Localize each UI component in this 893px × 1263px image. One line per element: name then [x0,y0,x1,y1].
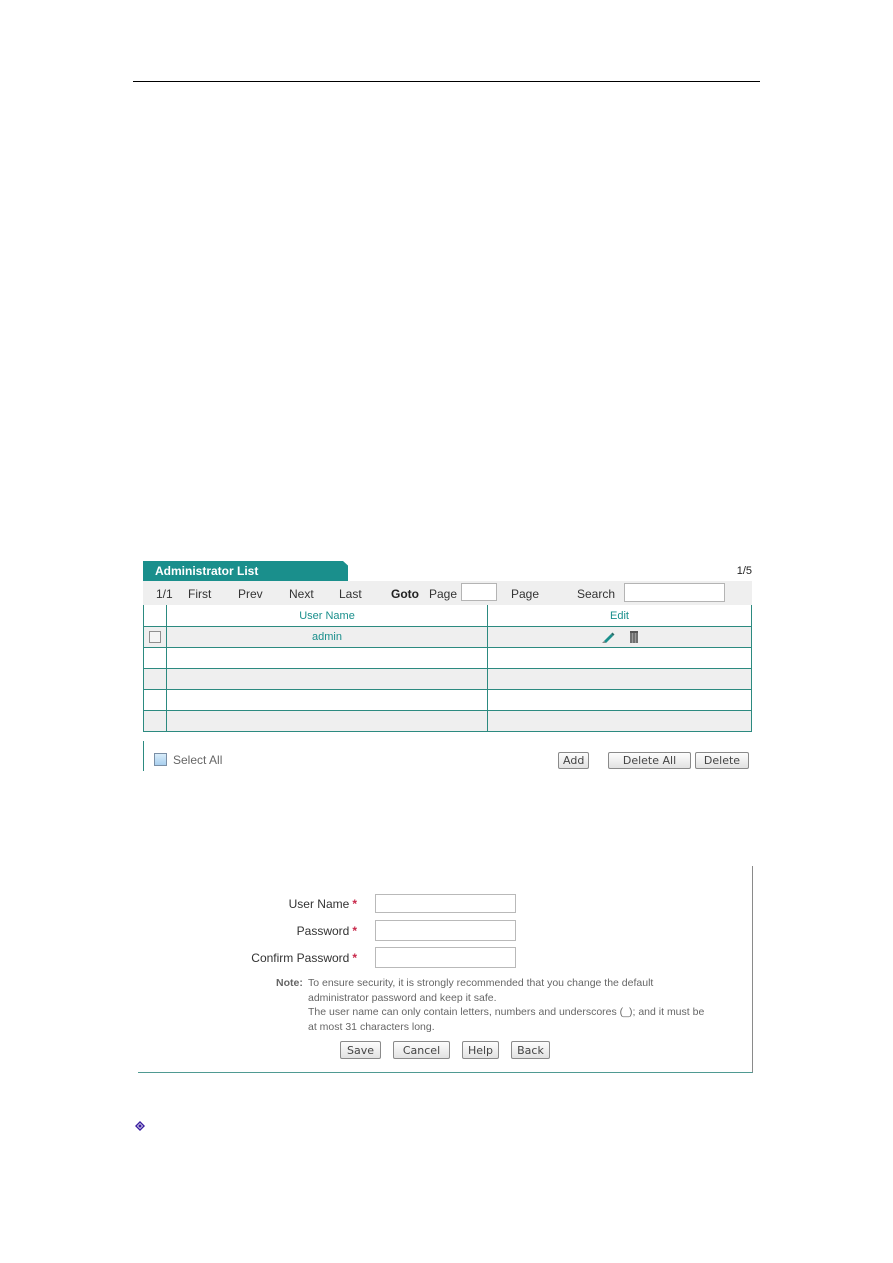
table-row [143,668,752,690]
administrator-table: User Name Edit admin [143,605,752,732]
edit-pencil-icon[interactable] [601,630,615,644]
required-asterisk: * [352,897,357,911]
checkbox-column-header [143,605,167,627]
select-all-label: Select All [173,753,223,767]
search-input[interactable] [624,583,725,602]
back-button[interactable]: Back [511,1041,550,1059]
trash-icon[interactable] [630,631,639,643]
note-line: at most 31 characters long. [308,1020,435,1033]
edit-cell [487,689,752,711]
page-label-before: Page [429,587,458,601]
row-checkbox-cell [143,647,167,669]
edit-cell [487,668,752,690]
select-all-checkbox[interactable] [154,753,167,766]
last-page-link[interactable]: Last [339,587,362,601]
note-line: administrator password and keep it safe. [308,991,497,1004]
edit-cell [487,710,752,732]
password-label: Password * [157,924,357,938]
table-row [143,710,752,732]
user-name-label: User Name * [157,897,357,911]
administrator-list-title: Administrator List [155,564,259,578]
edit-cell [487,647,752,669]
add-button[interactable]: Add [558,752,590,769]
edit-cell [487,626,752,648]
user-name-cell [166,710,488,732]
pagination-toolbar: 1/1 First Prev Next Last Goto Page Page … [143,581,752,605]
page-count: 1/5 [736,565,752,577]
search-label: Search [577,587,616,601]
save-button[interactable]: Save [340,1041,381,1059]
first-page-link[interactable]: First [188,587,211,601]
administrator-form-panel: User Name * Password * Confirm Password * N… [138,866,753,1073]
password-input[interactable] [375,920,516,941]
page-header-rule [133,81,760,82]
page-indicator: 1/1 [156,587,173,601]
column-header-user-name: User Name [166,605,488,627]
prev-page-link[interactable]: Prev [238,587,263,601]
note-label: Note: [276,977,303,989]
row-checkbox-cell [143,626,167,648]
note-text: To ensure security, it is strongly recom… [308,976,748,1034]
select-all-control[interactable]: Select All [154,753,222,767]
page-label-after: Page [511,587,540,601]
administrator-list-tab: Administrator List [143,561,348,581]
administrator-list-panel: Administrator List 1/5 1/1 First Prev Ne… [141,561,753,771]
panel-left-border [143,741,144,771]
user-name-cell[interactable]: admin [166,626,488,648]
row-checkbox[interactable] [149,631,161,644]
row-checkbox-cell [143,668,167,690]
table-row: admin [143,626,752,648]
user-name-cell [166,668,488,690]
help-button[interactable]: Help [462,1041,499,1059]
confirm-password-input[interactable] [375,947,516,968]
note-line: To ensure security, it is strongly recom… [308,977,654,989]
next-page-link[interactable]: Next [289,587,314,601]
diamond-bullet-icon [135,1121,145,1131]
required-asterisk: * [352,951,357,965]
user-name-input[interactable] [375,894,516,913]
delete-all-button[interactable]: Delete All [608,752,691,769]
user-name-cell [166,689,488,711]
table-header-row: User Name Edit [143,605,752,627]
goto-page-input[interactable] [461,583,497,601]
required-asterisk: * [352,924,357,938]
user-name-cell [166,647,488,669]
password-label-text: Password [296,924,350,938]
user-name-label-text: User Name [288,897,350,911]
note-line: The user name can only contain letters, … [308,1006,705,1018]
table-row [143,647,752,669]
table-row [143,689,752,711]
confirm-password-label-text: Confirm Password [251,951,350,965]
delete-button[interactable]: Delete [695,752,749,769]
row-checkbox-cell [143,710,167,732]
row-checkbox-cell [143,689,167,711]
column-header-edit: Edit [487,605,752,627]
confirm-password-label: Confirm Password * [157,951,357,965]
cancel-button[interactable]: Cancel [393,1041,450,1059]
goto-button[interactable]: Goto [391,587,419,601]
